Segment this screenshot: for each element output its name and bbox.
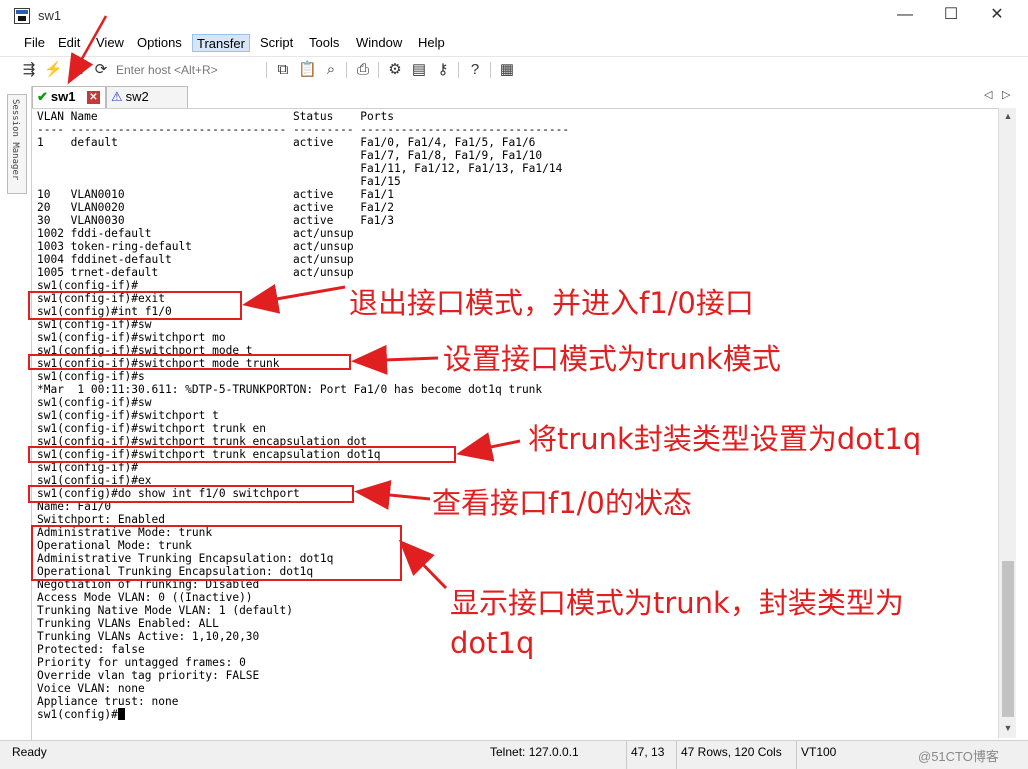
copy-icon[interactable]: ⧉ <box>274 61 292 79</box>
session-manager-tab[interactable]: Session Manager <box>7 94 27 194</box>
terminal-line: sw1(config-if)#switchport trunk en <box>37 422 267 435</box>
toolbar: ⇶ ⚡ ☐ ⟳ Enter host <Alt+R> ⧉ 📋 ⌕ ⎙ ⚙ ▤ ⚷… <box>0 56 1028 82</box>
tab-label: sw1 <box>50 89 76 104</box>
terminal-line: sw1(config-if)#switchport t <box>37 409 219 422</box>
highlight-encapsulation <box>28 446 456 463</box>
highlight-exit-int <box>28 291 242 320</box>
terminal-line: *Mar 1 00:11:30.611: %DTP-5-TRUNKPORTON:… <box>37 383 543 396</box>
scroll-thumb[interactable] <box>1002 561 1014 717</box>
annotation-result-line2: dot1q <box>450 626 535 660</box>
connect-icon[interactable]: ⇶ <box>20 61 38 79</box>
watermark: @51CTO博客 <box>918 749 999 764</box>
terminal-line: 1005 trnet-default act/unsup <box>37 266 354 279</box>
menu-window[interactable]: Window <box>352 34 406 52</box>
connect-in-tab-icon[interactable]: ☐ <box>68 61 86 79</box>
terminal-line: 1004 fddinet-default act/unsup <box>37 253 354 266</box>
title-bar: sw1 — ☐ ✕ <box>0 0 1028 32</box>
terminal-line: Override vlan tag priority: FALSE <box>37 669 260 682</box>
menu-view[interactable]: View <box>92 34 128 52</box>
scroll-down-icon[interactable]: ▼ <box>999 720 1017 737</box>
maximize-button[interactable]: ☐ <box>928 0 974 32</box>
status-terminal-type: VT100 <box>796 741 856 769</box>
menu-help[interactable]: Help <box>414 34 449 52</box>
annotation-show: 查看接口f1/0的状态 <box>432 486 692 520</box>
annotation-result-line1: 显示接口模式为trunk，封装类型为 <box>450 586 904 620</box>
enter-host-input[interactable]: Enter host <Alt+R> <box>116 61 256 79</box>
key-icon[interactable]: ⚷ <box>434 61 452 79</box>
paste-icon[interactable]: 📋 <box>298 61 317 79</box>
terminal-line: Appliance trust: none <box>37 695 179 708</box>
terminal-line: sw1(config-if)#sw <box>37 396 152 409</box>
annotation-exit: 退出接口模式，并进入f1/0接口 <box>349 286 754 320</box>
toolbar-separator <box>266 62 267 78</box>
terminal-line: 30 VLAN0030 active Fa1/3 <box>37 214 394 227</box>
scroll-up-icon[interactable]: ▲ <box>999 108 1017 125</box>
menu-file[interactable]: File <box>20 34 49 52</box>
terminal-line: 1 default active Fa1/0, Fa1/4, Fa1/5, Fa… <box>37 136 536 149</box>
tab-bar: ✔ sw1 ✕ ⚠ sw2 ◁ ▷ <box>32 86 1018 108</box>
terminal-line: Fa1/11, Fa1/12, Fa1/13, Fa1/14 <box>37 162 563 175</box>
toolbar-separator <box>458 62 459 78</box>
status-bar: Ready Telnet: 127.0.0.1 47, 13 47 Rows, … <box>0 740 1028 769</box>
terminal-line: 20 VLAN0020 active Fa1/2 <box>37 201 394 214</box>
window-title: sw1 <box>38 8 62 23</box>
annotation-mode: 设置接口模式为trunk模式 <box>443 342 781 376</box>
help-icon[interactable]: ? <box>466 61 484 79</box>
terminal-line: sw1(config)# <box>37 708 569 721</box>
menu-script[interactable]: Script <box>256 34 297 52</box>
terminal-line: VLAN Name Status Ports <box>37 110 394 123</box>
tab-sw2[interactable]: ⚠ sw2 <box>106 86 188 108</box>
tab-sw1[interactable]: ✔ sw1 ✕ <box>32 86 106 108</box>
toolbar-separator <box>490 62 491 78</box>
highlight-show-switchport <box>28 485 354 503</box>
terminal-cursor <box>117 708 125 720</box>
terminal-line: ---- -------------------------------- --… <box>37 123 570 136</box>
session-manager-label: Session Manager <box>10 99 20 181</box>
status-cursor-position: 47, 13 <box>626 741 676 769</box>
status-terminal-size: 47 Rows, 120 Cols <box>676 741 796 769</box>
terminal-line: 1003 token-ring-default act/unsup <box>37 240 354 253</box>
securecrt-app-icon <box>14 8 30 24</box>
terminal-line: 1002 fddi-default act/unsup <box>37 227 354 240</box>
menu-edit[interactable]: Edit <box>54 34 84 52</box>
settings-gear-icon[interactable]: ⚙ <box>386 61 404 79</box>
reconnect-icon[interactable]: ⟳ <box>92 61 110 79</box>
toolbar-separator <box>346 62 347 78</box>
close-button[interactable]: ✕ <box>974 0 1020 32</box>
annotation-encapsulation: 将trunk封装类型设置为dot1q <box>528 422 922 456</box>
check-icon: ✔ <box>37 89 48 104</box>
menu-options[interactable]: Options <box>133 34 186 52</box>
sftp-icon[interactable]: ▤ <box>410 61 428 79</box>
terminal-line: Voice VLAN: none <box>37 682 145 695</box>
status-connection: Telnet: 127.0.0.1 <box>490 745 579 759</box>
toolbar-separator <box>378 62 379 78</box>
session-options-icon[interactable]: ▦ <box>498 61 516 79</box>
tab-scroll-left-icon[interactable]: ◁ <box>984 88 992 101</box>
tab-label: sw2 <box>125 89 149 104</box>
terminal-line: Fa1/15 <box>37 175 401 188</box>
menu-tools[interactable]: Tools <box>305 34 343 52</box>
terminal-scrollbar[interactable]: ▲ ▼ <box>998 108 1016 738</box>
menu-transfer[interactable]: Transfer <box>192 34 250 52</box>
terminal-line: Fa1/7, Fa1/8, Fa1/9, Fa1/10 <box>37 149 543 162</box>
tab-scroll-right-icon[interactable]: ▷ <box>1002 88 1010 101</box>
highlight-trunk-result <box>31 525 402 581</box>
warning-icon: ⚠ <box>111 89 123 104</box>
quick-connect-icon[interactable]: ⚡ <box>44 61 63 79</box>
tab-close-icon[interactable]: ✕ <box>87 91 100 104</box>
terminal-line: 10 VLAN0010 active Fa1/1 <box>37 188 394 201</box>
find-icon[interactable]: ⌕ <box>322 61 340 79</box>
highlight-mode-trunk <box>28 354 351 370</box>
menu-bar: File Edit View Options Transfer Script T… <box>0 32 1028 54</box>
minimize-button[interactable]: — <box>882 0 928 32</box>
status-ready: Ready <box>12 745 47 759</box>
print-icon[interactable]: ⎙ <box>354 61 372 79</box>
